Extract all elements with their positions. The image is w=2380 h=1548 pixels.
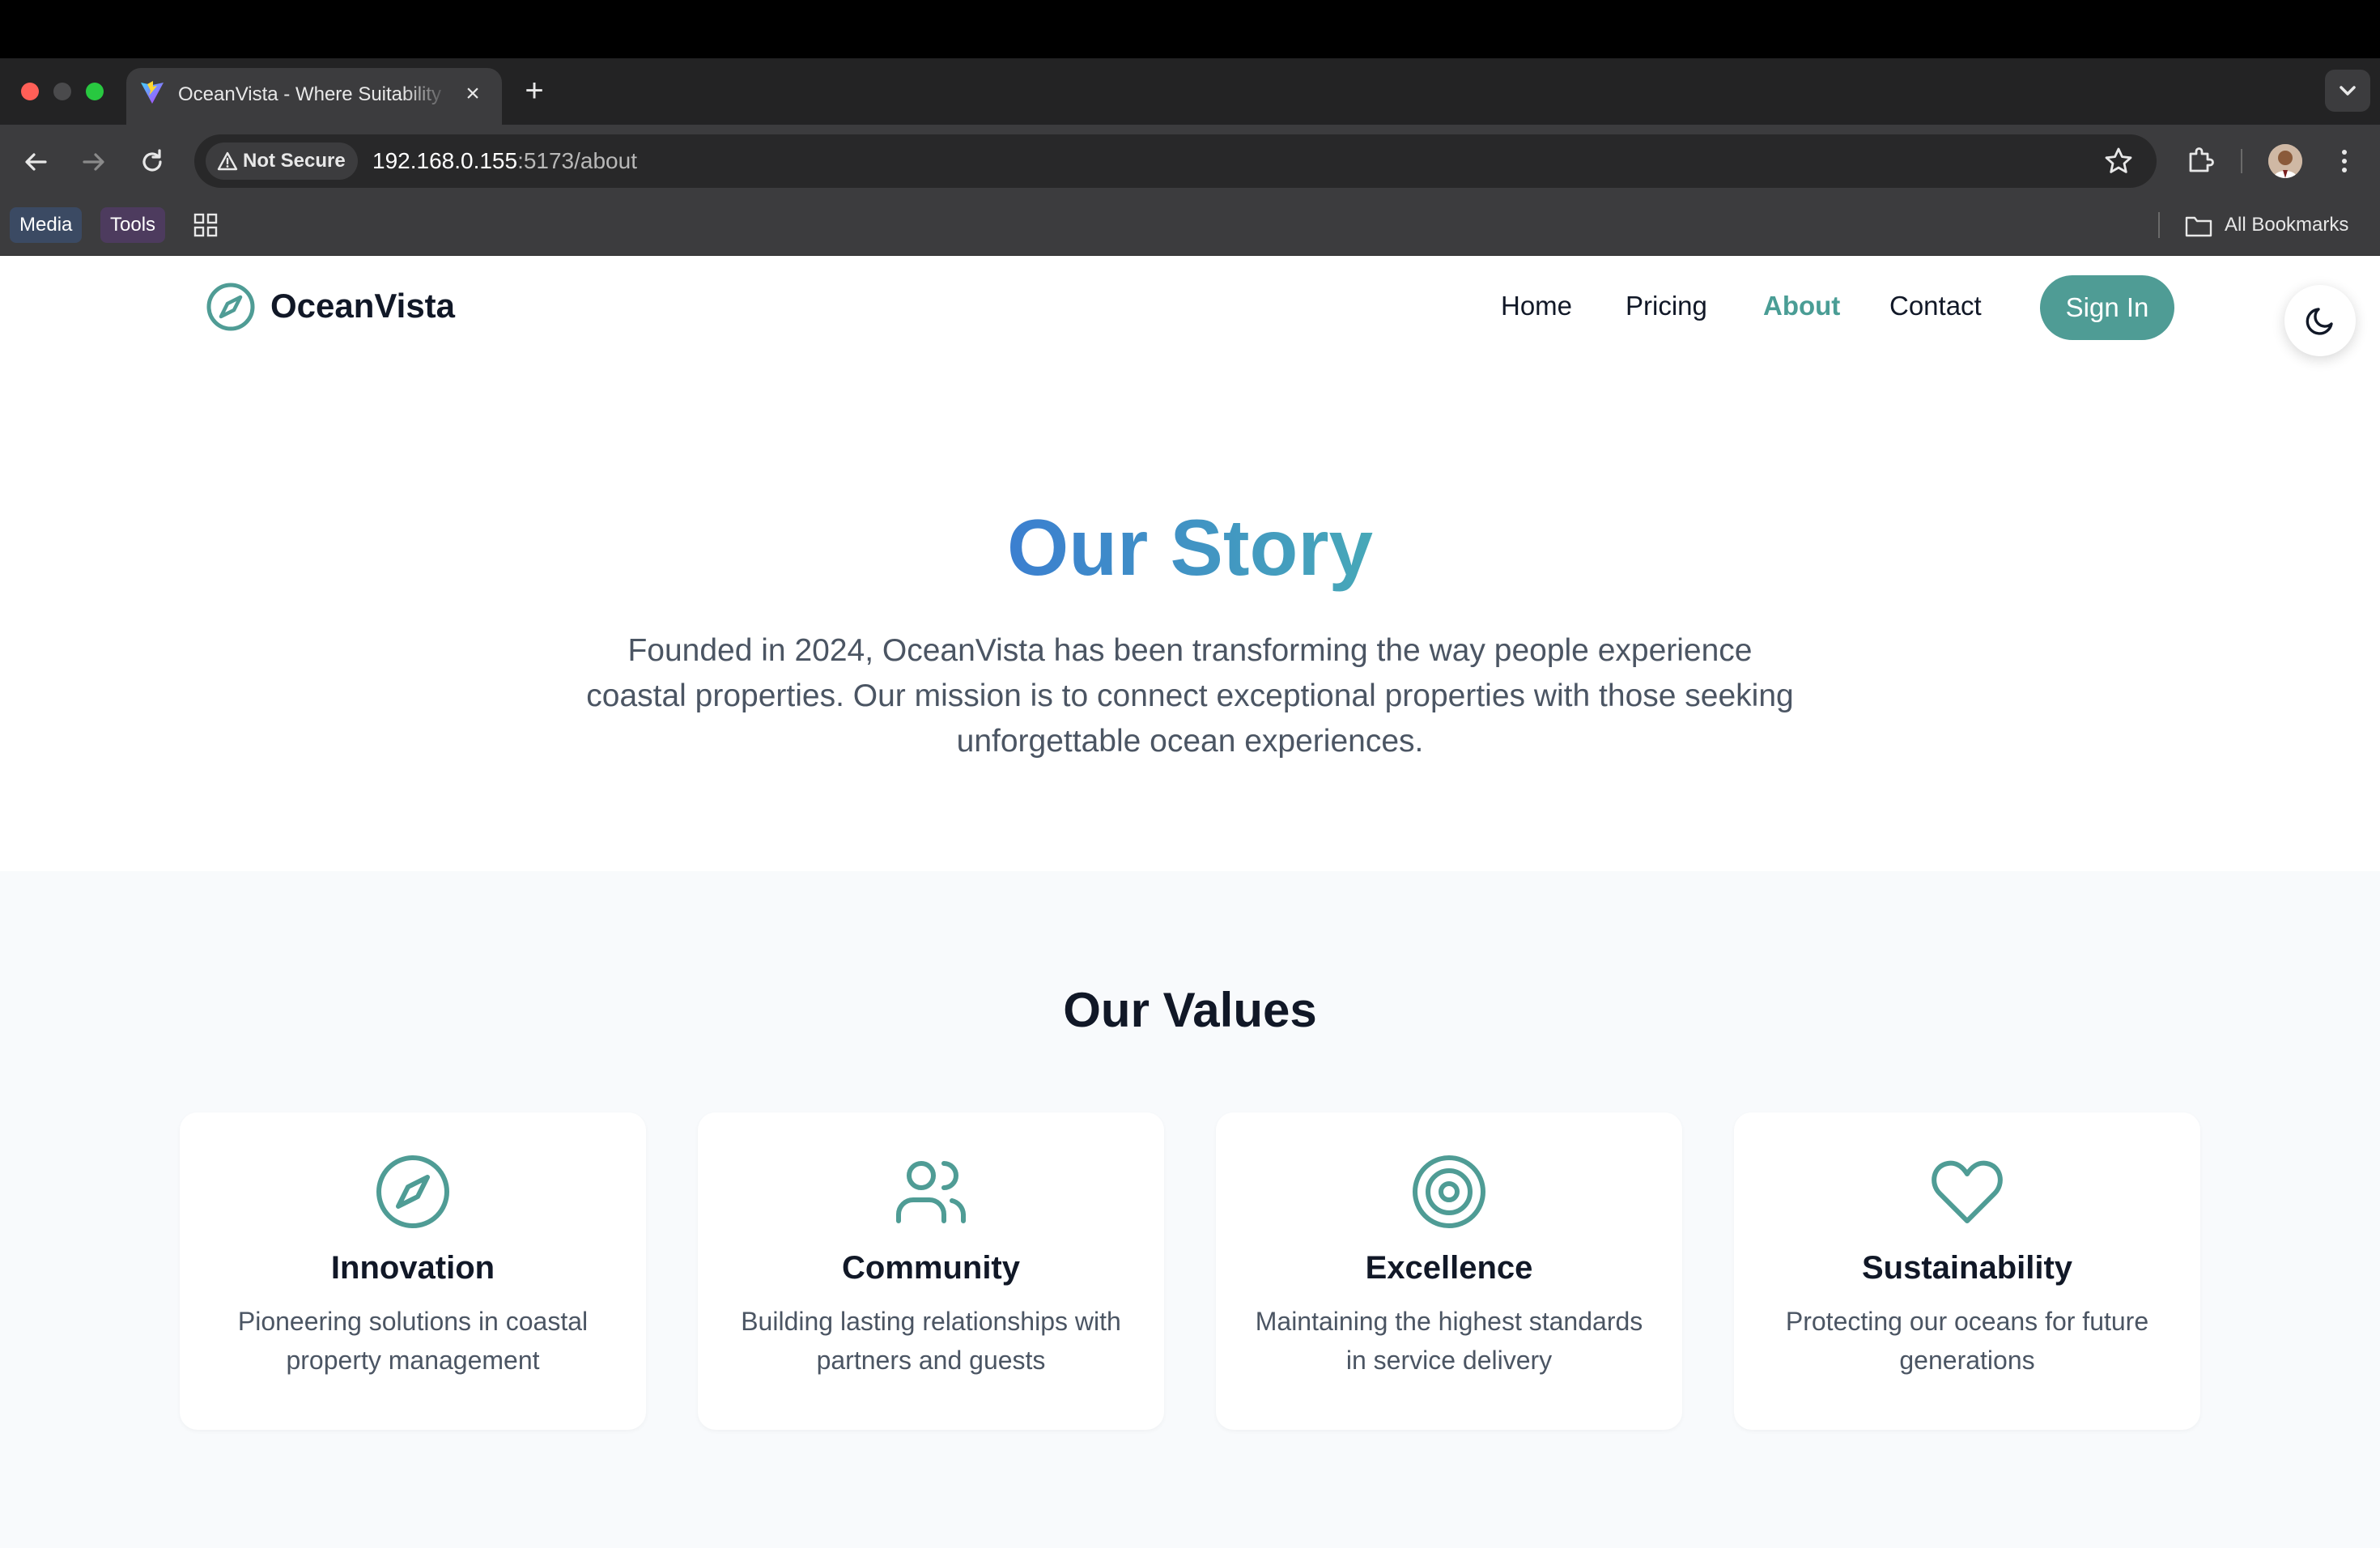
nav-link-contact[interactable]: Contact: [1889, 280, 1982, 332]
window-zoom-button[interactable]: [86, 83, 104, 100]
url-text[interactable]: 192.168.0.155:5173/about: [372, 142, 637, 180]
compass-icon: [376, 1155, 449, 1228]
target-icon: [1413, 1155, 1485, 1228]
nav-link-home[interactable]: Home: [1501, 280, 1572, 332]
vite-favicon-icon: [141, 81, 164, 104]
value-text: Pioneering solutions in coastal property…: [237, 1307, 589, 1375]
back-arrow-icon[interactable]: [19, 146, 52, 178]
value-card-excellence: Excellence Maintaining the highest stand…: [1216, 1112, 1682, 1430]
nav-link-about[interactable]: About: [1763, 280, 1840, 332]
values-section: Our Values Innovation Pioneering solutio…: [0, 871, 2380, 1548]
bookmark-media[interactable]: Media: [10, 207, 83, 243]
chevron-down-icon: [2340, 86, 2356, 96]
value-title: Sustainability: [1861, 1250, 2073, 1286]
bookmark-tools[interactable]: Tools: [100, 207, 166, 243]
nav-link-pricing[interactable]: Pricing: [1626, 280, 1707, 332]
extensions-puzzle-icon[interactable]: [2184, 144, 2216, 176]
bookmark-star-icon[interactable]: [2103, 146, 2134, 176]
reload-icon[interactable]: [136, 146, 168, 178]
value-text: Maintaining the highest standards in ser…: [1255, 1307, 1643, 1375]
compass-logo-icon[interactable]: [206, 282, 256, 332]
toolbar-divider: [2241, 149, 2242, 173]
apps-grid-icon[interactable]: [193, 212, 219, 238]
security-label: Not Secure: [243, 150, 346, 172]
security-chip[interactable]: Not Secure: [206, 142, 358, 180]
brand-name[interactable]: OceanVista: [270, 280, 455, 332]
person-icon: [2268, 144, 2302, 178]
value-title: Innovation: [330, 1250, 495, 1286]
window-minimize-button[interactable]: [53, 83, 71, 100]
value-title: Community: [842, 1250, 1020, 1286]
tab-search-button[interactable]: [2325, 70, 2370, 112]
url-host: 192.168.0.155: [372, 148, 518, 173]
bookmarks-divider: [2158, 212, 2160, 238]
story-title: Our Story: [0, 499, 2380, 596]
value-text: Protecting our oceans for future generat…: [1785, 1307, 2149, 1375]
theme-toggle-button[interactable]: [2284, 285, 2356, 356]
macos-menu-strip: [0, 0, 2380, 58]
value-card-innovation: Innovation Pioneering solutions in coast…: [180, 1112, 646, 1430]
tab-close-icon[interactable]: ×: [460, 81, 486, 107]
window-close-button[interactable]: [21, 83, 39, 100]
browser-tab-active[interactable]: OceanVista - Where Suitability ×: [126, 68, 502, 125]
users-icon: [896, 1161, 966, 1223]
value-title: Excellence: [1365, 1250, 1533, 1286]
new-tab-button[interactable]: +: [518, 74, 550, 107]
tab-title-fade: [402, 76, 450, 113]
kebab-menu-icon[interactable]: [2331, 144, 2357, 178]
folder-icon: [2185, 216, 2212, 237]
forward-arrow-icon[interactable]: [78, 146, 110, 178]
values-title: Our Values: [1063, 983, 1317, 1037]
sign-in-button[interactable]: Sign In: [2040, 275, 2174, 340]
all-bookmarks-button[interactable]: All Bookmarks: [2225, 207, 2348, 243]
web-page: OceanVista Home Pricing About Contact Si…: [0, 256, 2380, 1548]
warning-triangle-icon: [217, 151, 238, 171]
heart-icon: [1932, 1160, 2003, 1223]
story-title-text: Our Story: [1007, 503, 1373, 592]
profile-avatar[interactable]: [2268, 144, 2302, 178]
value-card-sustainability: Sustainability Protecting our oceans for…: [1734, 1112, 2200, 1430]
value-text: Building lasting relationships with part…: [741, 1307, 1121, 1375]
value-card-community: Community Building lasting relationships…: [698, 1112, 1164, 1430]
story-text: Founded in 2024, OceanVista has been tra…: [586, 633, 1794, 759]
bookmarks-bar: [0, 191, 2380, 256]
url-path: :5173/about: [517, 148, 637, 173]
moon-icon: [2306, 308, 2333, 335]
